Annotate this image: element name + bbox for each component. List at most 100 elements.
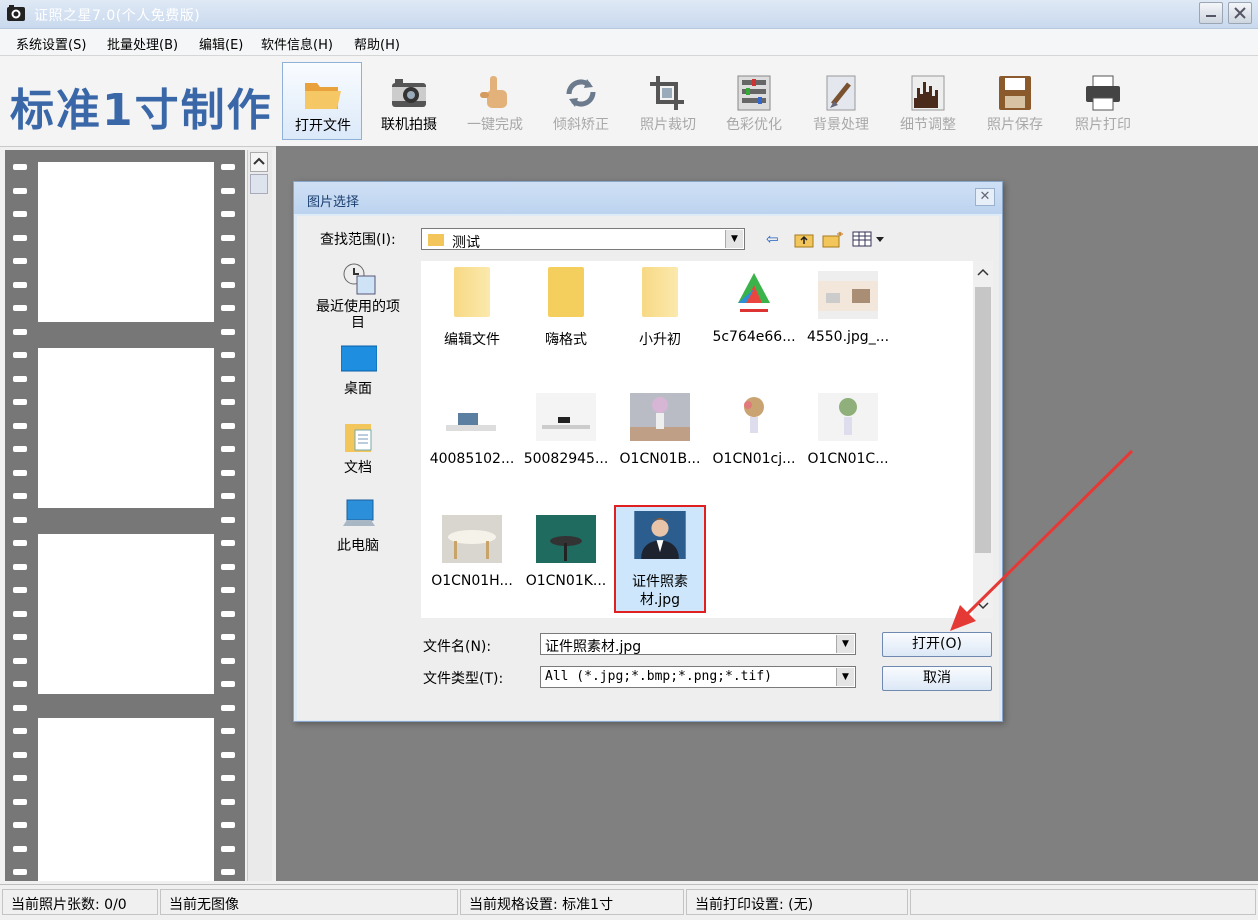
dialog-close-button[interactable]: ✕ [975,188,995,206]
folder-icon [454,267,490,317]
color-adjust-icon [737,75,771,111]
filetype-select[interactable]: All (*.jpg;*.bmp;*.png;*.tif) ▼ [540,666,856,688]
minimize-button[interactable] [1199,2,1223,24]
view-menu-icon[interactable] [852,231,886,247]
open-button[interactable]: 打开(O) [882,632,992,657]
film-frame-1[interactable] [38,162,214,322]
film-sprocket-hole [13,634,27,640]
film-sprocket-hole [13,305,27,311]
one-click-button[interactable]: 一键完成 [455,62,535,140]
close-button[interactable] [1228,2,1252,24]
look-in-combo[interactable]: 测试 ▼ [421,228,745,251]
one-click-label: 一键完成 [467,117,523,133]
camera-capture-button[interactable]: 联机拍摄 [369,62,449,140]
file-item[interactable]: O1CN01C... [802,383,894,479]
filename-label: 文件名(N): [423,639,492,655]
film-sprocket-hole [13,376,27,382]
file-item[interactable]: 嗨格式 [520,261,612,357]
file-item[interactable]: O1CN01K... [520,505,612,601]
film-sprocket-hole [221,258,235,264]
file-item-selected[interactable]: 证件照素材.jpg [614,505,706,613]
film-frame-4[interactable] [38,718,214,881]
file-item[interactable]: O1CN01H... [426,505,518,601]
close-icon [1234,7,1246,19]
film-sprocket-hole [13,540,27,546]
place-computer-label: 此电脑 [337,538,379,554]
film-frame-2[interactable] [38,348,214,508]
back-arrow-icon[interactable]: ⇦ [766,230,779,248]
file-name: 40085102... [429,451,515,467]
film-sprocket-hole [221,282,235,288]
film-sprocket-hole [13,517,27,523]
menu-software-info[interactable]: 软件信息(H) [261,34,333,53]
look-in-value: 测试 [452,235,480,251]
file-name: 50082945... [523,451,609,467]
film-sprocket-hole [13,587,27,593]
file-item[interactable]: 5c764e66... [708,261,800,357]
detail-adjust-label: 细节调整 [900,117,956,133]
image-thumbnail-icon [536,515,596,563]
save-photo-button[interactable]: 照片保存 [975,62,1055,140]
film-sprocket-hole [221,846,235,852]
file-item[interactable]: O1CN01cj... [708,383,800,479]
portrait-thumbnail-icon [634,511,686,559]
new-folder-icon[interactable] [822,230,844,248]
film-sprocket-hole [13,493,27,499]
image-thumbnail-icon [818,393,878,441]
film-sprocket-hole [221,540,235,546]
detail-adjust-button[interactable]: 细节调整 [888,62,968,140]
file-item[interactable]: 40085102... [426,383,518,479]
up-folder-icon[interactable] [794,230,814,248]
film-sprocket-hole [13,775,27,781]
status-count: 当前照片张数: 0/0 [2,889,158,915]
film-strip [5,150,245,881]
film-sprocket-hole [13,329,27,335]
background-button[interactable]: 背景处理 [801,62,881,140]
menu-edit[interactable]: 编辑(E) [199,34,243,53]
status-print: 当前打印设置: (无) [686,889,908,915]
menu-batch[interactable]: 批量处理(B) [107,34,178,53]
film-sprocket-hole [221,799,235,805]
cancel-button[interactable]: 取消 [882,666,992,691]
tilt-correct-label: 倾斜矫正 [553,117,609,133]
film-sprocket-hole [13,611,27,617]
menu-help[interactable]: 帮助(H) [354,34,400,53]
film-sprocket-hole [221,235,235,241]
open-file-button[interactable]: 打开文件 [282,62,362,140]
scroll-up-button[interactable] [250,152,268,172]
file-name: O1CN01H... [431,573,513,589]
scroll-thumb[interactable] [250,174,268,194]
print-photo-button[interactable]: 照片打印 [1063,62,1143,140]
film-sprocket-hole [221,329,235,335]
menu-system-settings[interactable]: 系统设置(S) [16,34,86,53]
file-item[interactable]: 编辑文件 [426,261,518,357]
film-scrollbar[interactable] [247,150,272,881]
chevron-up-icon[interactable] [975,265,991,279]
file-item[interactable]: O1CN01B... [614,383,706,479]
file-item[interactable]: 小升初 [614,261,706,357]
film-sprocket-hole [13,470,27,476]
film-sprocket-hole [13,799,27,805]
crop-button[interactable]: 照片裁切 [628,62,708,140]
film-sprocket-hole [13,846,27,852]
image-thumbnail-icon [536,393,596,441]
film-sprocket-hole [13,188,27,194]
film-sprocket-hole [221,705,235,711]
file-item[interactable]: 50082945... [520,383,612,479]
tilt-correct-button[interactable]: 倾斜矫正 [541,62,621,140]
film-sprocket-hole [221,564,235,570]
color-optimize-button[interactable]: 色彩优化 [714,62,794,140]
file-name: O1CN01K... [525,573,607,589]
film-sprocket-hole [13,164,27,170]
file-list[interactable]: 编辑文件 嗨格式 小升初 5c764e66... 4550.jpg_... 40… [421,261,973,618]
film-frame-3[interactable] [38,534,214,694]
filename-input[interactable]: 证件照素材.jpg ▼ [540,633,856,655]
status-spec: 当前规格设置: 标准1寸 [460,889,684,915]
film-sprocket-hole [221,658,235,664]
folder-icon [548,267,584,317]
chevron-down-icon: ▼ [836,668,854,686]
file-item[interactable]: 4550.jpg_... [802,261,894,357]
film-sprocket-hole [13,446,27,452]
crop-label: 照片裁切 [640,117,696,133]
look-in-label: 查找范围(I): [320,232,396,248]
